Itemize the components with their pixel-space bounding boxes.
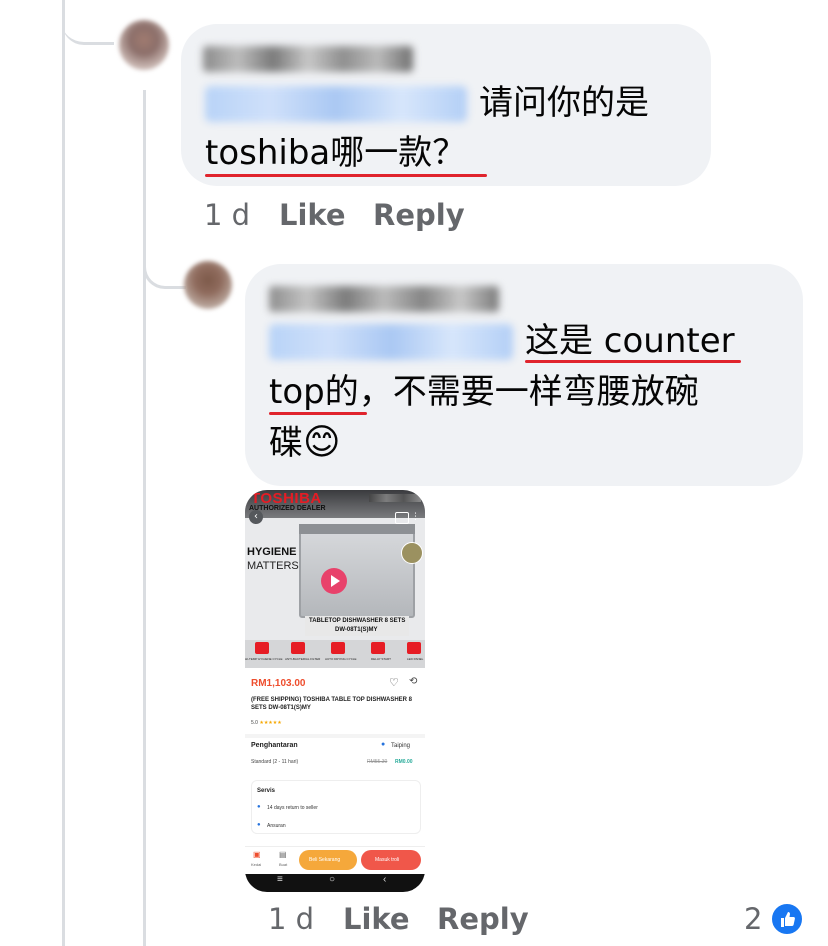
mention-tag-1[interactable] xyxy=(205,86,467,122)
return-icon: ● xyxy=(257,804,261,810)
back-arrow-icon[interactable]: ‹ xyxy=(249,510,263,524)
dishwasher-image xyxy=(299,530,415,618)
add-cart-label: Masuk troli xyxy=(375,857,400,863)
spellcheck-underline xyxy=(525,360,741,363)
product-label-1: TABLETOP DISHWASHER 8 SETS xyxy=(309,618,406,624)
commenter-name-1[interactable] xyxy=(203,46,413,72)
like-reaction-icon xyxy=(770,902,804,936)
product-rating: 5.0 ★★★★★ xyxy=(251,720,282,726)
thread-curve-top xyxy=(62,0,114,45)
feature-label-2: ANTI-BACTERIAL FILTER xyxy=(285,657,321,661)
avatar-commenter-1[interactable] xyxy=(119,20,169,70)
badge-icon xyxy=(401,542,423,564)
nav-home-icon[interactable]: ○ xyxy=(329,874,335,885)
reaction-summary[interactable]: 2 xyxy=(744,900,808,940)
divider xyxy=(245,734,425,738)
thread-line-reply xyxy=(143,90,146,946)
chat-tab-label: Buat xyxy=(279,862,288,867)
thread-line-outer xyxy=(62,0,65,946)
reaction-count: 2 xyxy=(744,902,763,936)
reply-button-2[interactable]: Reply xyxy=(437,902,529,936)
chat-icon[interactable]: ▤ xyxy=(279,850,287,859)
shop-tab-label: Kedai xyxy=(251,862,262,867)
comment-text-line2: toshiba哪一款？ xyxy=(205,133,467,173)
comment-time-2[interactable]: 1 d xyxy=(268,902,314,936)
favorite-icon[interactable]: ♡ xyxy=(389,676,399,689)
cart-icon[interactable] xyxy=(395,512,409,524)
smile-emoji: 😊 xyxy=(303,422,341,463)
service-label: Servis xyxy=(257,788,276,794)
tagline-matters: MATTERS xyxy=(247,560,299,572)
rating-value: 5.0 xyxy=(251,720,258,726)
location-pin-icon: ● xyxy=(381,741,386,748)
reply-text-line1: 这是 counter xyxy=(525,321,735,361)
comment-actions-2: 1 d Like Reply xyxy=(268,902,568,942)
service-return[interactable]: 14 days return to seller xyxy=(267,805,318,811)
shop-icon[interactable]: ▣ xyxy=(253,850,261,859)
spellcheck-underline xyxy=(205,174,487,177)
feature-label-3: AUTO DRYING CYCLE xyxy=(325,657,357,661)
feature-icon-2 xyxy=(291,642,305,654)
feature-label-4: DELAY START xyxy=(371,657,391,661)
service-installment[interactable]: Ansuran xyxy=(267,823,286,829)
comment-text-line1: 请问你的是 xyxy=(479,83,649,123)
feature-label-5: LED PANEL xyxy=(407,657,424,661)
product-title-text: (FREE SHIPPING) TOSHIBA TABLE TOP DISHWA… xyxy=(251,697,413,711)
nav-recent-icon[interactable]: ≡ xyxy=(277,874,283,885)
comment-bubble-2: 这是 counter top的，不需要一样弯腰放碗 碟😊 xyxy=(245,264,803,486)
feature-icon-1 xyxy=(255,642,269,654)
shipping-type: Standard (2 - 11 hari) xyxy=(251,759,299,765)
delivery-location[interactable]: Taiping xyxy=(391,743,410,749)
reply-text-line2: top的，不需要一样弯腰放碗 xyxy=(269,372,699,412)
feature-label-1: HI-TEMP HYGIENE CYCLE xyxy=(245,657,283,661)
comment-bubble-1: 请问你的是 toshiba哪一款？ xyxy=(181,24,711,186)
dishwasher-top xyxy=(299,524,415,534)
product-label-2: DW-08T1(S)MY xyxy=(335,627,378,633)
thread-curve-reply xyxy=(143,240,186,289)
feature-icon-3 xyxy=(331,642,345,654)
product-title-1: (FREE SHIPPING) TOSHIBA TABLE TOP DISHWA… xyxy=(251,696,423,712)
feature-icon-4 xyxy=(371,642,385,654)
like-button-1[interactable]: Like xyxy=(279,198,346,232)
play-triangle xyxy=(331,575,340,587)
comment-actions-1: 1 d Like Reply xyxy=(204,198,504,238)
share-icon[interactable]: ⟲ xyxy=(409,676,417,687)
reply-text-line3: 碟😊 xyxy=(269,418,341,468)
like-button-2[interactable]: Like xyxy=(343,902,410,936)
installment-icon: ● xyxy=(257,822,261,828)
nav-back-icon[interactable]: ‹ xyxy=(383,874,386,885)
mention-tag-2[interactable] xyxy=(269,324,513,360)
attached-product-screenshot[interactable]: TOSHIBA AUTHORIZED DEALER ‹ ⋮ HYGIENE MA… xyxy=(245,490,425,892)
product-banner: TOSHIBA AUTHORIZED DEALER ‹ ⋮ HYGIENE MA… xyxy=(245,490,425,668)
product-price: RM1,103.00 xyxy=(251,678,306,689)
spellcheck-underline xyxy=(269,412,367,415)
status-bar-icons xyxy=(369,494,421,502)
shipping-new-price: RM0.00 xyxy=(395,759,413,765)
comment-time-1[interactable]: 1 d xyxy=(204,198,250,232)
feature-icon-5 xyxy=(407,642,421,654)
reply-button-1[interactable]: Reply xyxy=(373,198,465,232)
rating-stars: ★★★★★ xyxy=(259,720,282,726)
more-icon[interactable]: ⋮ xyxy=(411,512,421,522)
delivery-label: Penghantaran xyxy=(251,742,298,749)
buy-now-label: Beli Sekarang xyxy=(309,857,341,863)
reply-text-line3-chars: 碟 xyxy=(269,423,303,463)
shipping-old-price: RM55.30 xyxy=(367,759,388,765)
avatar-commenter-2[interactable] xyxy=(184,261,232,309)
commenter-name-2[interactable] xyxy=(269,286,499,312)
tagline-hygiene: HYGIENE xyxy=(247,546,297,558)
play-button-icon[interactable] xyxy=(321,568,347,594)
